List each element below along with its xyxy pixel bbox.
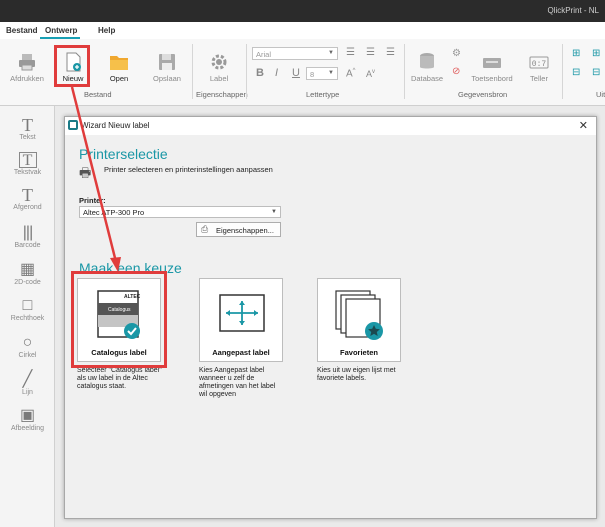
annotation-arrow	[70, 86, 121, 272]
